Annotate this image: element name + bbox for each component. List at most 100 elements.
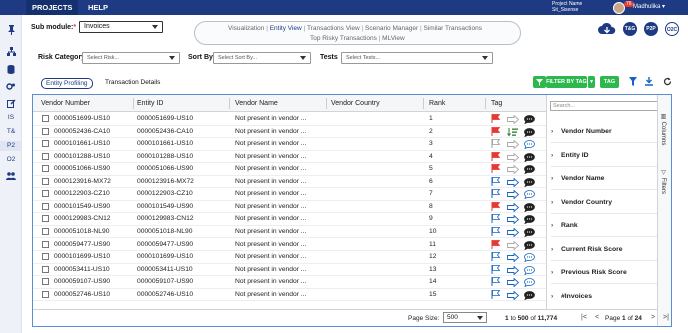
pin-icon[interactable] xyxy=(0,25,22,35)
flag-icon[interactable] xyxy=(491,277,501,288)
forward-arrow-icon[interactable] xyxy=(507,114,520,126)
table-row[interactable]: 0000101661-US10 0000101661-US10 Not presen… xyxy=(33,138,546,151)
first-page-icon[interactable]: |< xyxy=(581,314,587,321)
flag-icon[interactable] xyxy=(491,264,501,276)
nav-help[interactable]: HELP xyxy=(82,0,114,15)
table-row[interactable]: 0000123916-MX72 0000123916-MX72 Not presen… xyxy=(33,176,546,189)
comment-icon[interactable] xyxy=(524,228,535,239)
users-icon[interactable] xyxy=(0,172,22,180)
table-row[interactable]: 0000101288-US10 0000101288-US10 Not presen… xyxy=(33,151,546,164)
next-page-icon[interactable]: > xyxy=(651,314,655,321)
filter-by-tag-button[interactable]: FILTER BY TAG xyxy=(546,76,587,88)
comment-icon[interactable] xyxy=(524,215,535,226)
comment-icon[interactable] xyxy=(524,177,535,189)
comment-icon[interactable] xyxy=(524,165,535,176)
comment-icon[interactable] xyxy=(524,253,535,264)
row-checkbox[interactable] xyxy=(42,253,49,261)
col-header-vendor-name[interactable]: Vendor Name xyxy=(235,100,278,107)
row-checkbox[interactable] xyxy=(42,265,49,273)
table-row[interactable]: 0000053411-US10 0000053411-US10 Not presen… xyxy=(33,264,546,277)
table-row[interactable]: 0000051699-US10 0000051699-US10 Not presen… xyxy=(33,113,546,126)
o2c-circle-button[interactable]: O2C xyxy=(665,22,679,36)
row-checkbox[interactable] xyxy=(42,127,49,135)
table-row[interactable]: 0000101699-US10 0000101699-US10 Not presen… xyxy=(33,251,546,264)
comment-icon[interactable] xyxy=(524,290,535,302)
comment-icon[interactable] xyxy=(524,190,535,201)
refresh-icon[interactable] xyxy=(663,77,672,88)
flag-icon[interactable] xyxy=(491,201,501,213)
table-row[interactable]: 0000059477-US90 0000059477-US90 Not presen… xyxy=(33,239,546,252)
table-row[interactable]: 0000051066-US90 0000051066-US90 Not presen… xyxy=(33,163,546,176)
flag-icon[interactable] xyxy=(491,189,501,200)
prev-page-icon[interactable]: < xyxy=(595,314,599,321)
flag-icon[interactable] xyxy=(491,114,501,125)
filter-toggle-icon[interactable] xyxy=(533,76,546,88)
page-size-select[interactable]: 500 xyxy=(443,312,487,323)
column-item-entity-id[interactable]: › Entity ID xyxy=(551,152,661,167)
forward-arrow-icon[interactable] xyxy=(507,290,520,302)
flag-icon[interactable] xyxy=(491,139,501,150)
view-top-risky-transactions[interactable]: Top Risky Transactions xyxy=(310,35,377,42)
column-item-vendor-country[interactable]: › Vendor Country xyxy=(551,199,661,214)
col-header-vendor-number[interactable]: Vendor Number xyxy=(41,100,90,107)
hierarchy-icon[interactable] xyxy=(0,47,22,56)
database-icon[interactable] xyxy=(0,65,22,74)
view-visualization[interactable]: Visualization xyxy=(228,25,264,32)
row-checkbox[interactable] xyxy=(42,140,49,148)
flag-icon[interactable] xyxy=(491,252,501,263)
comment-icon[interactable] xyxy=(524,127,535,139)
comment-icon[interactable] xyxy=(524,265,535,277)
col-header-rank[interactable]: Rank xyxy=(429,100,445,107)
flag-icon[interactable] xyxy=(491,214,501,225)
row-checkbox[interactable] xyxy=(42,215,49,223)
column-item-current-risk-score[interactable]: › Current Risk Score xyxy=(551,246,661,261)
nav-projects[interactable]: PROJECTS xyxy=(26,0,79,15)
risk-category-select[interactable]: Select Risk... xyxy=(82,52,180,64)
view-entity-view[interactable]: Entity View xyxy=(270,25,302,32)
sidebar-item-p2p[interactable]: P2 xyxy=(0,141,22,151)
sidebar-item-tg[interactable]: T& xyxy=(0,127,22,137)
flag-icon[interactable] xyxy=(491,176,501,188)
comment-icon[interactable] xyxy=(524,115,535,126)
flag-icon[interactable] xyxy=(491,226,501,238)
settings-icon[interactable] xyxy=(0,82,22,91)
view-transactions-view[interactable]: Transactions View xyxy=(307,25,360,32)
table-row[interactable]: 0000122903-CZ10 0000122903-CZ10 Not presen… xyxy=(33,188,546,201)
edit-icon[interactable] xyxy=(0,99,22,108)
col-header-vendor-country[interactable]: Vendor Country xyxy=(331,100,380,107)
flag-icon[interactable] xyxy=(491,151,501,163)
column-search-input[interactable]: Search... xyxy=(550,101,662,111)
forward-arrow-icon[interactable] xyxy=(507,277,520,289)
tag-button[interactable]: TAG xyxy=(600,76,619,88)
tab-entity-profiling[interactable]: Entity Profiling xyxy=(41,78,93,89)
row-checkbox[interactable] xyxy=(42,202,49,210)
sidebar-item-o2c[interactable]: O2 xyxy=(0,155,22,165)
flag-icon[interactable] xyxy=(491,126,501,138)
view-scenario-manager[interactable]: Scenario Manager xyxy=(365,25,418,32)
tab-transaction-details[interactable]: Transaction Details xyxy=(101,78,164,89)
forward-arrow-icon[interactable] xyxy=(507,139,520,151)
flag-icon[interactable] xyxy=(491,289,501,301)
table-row[interactable]: 0000101549-US90 0000101549-US90 Not presen… xyxy=(33,201,546,214)
forward-arrow-icon[interactable] xyxy=(507,189,520,201)
forward-arrow-icon[interactable] xyxy=(507,152,520,164)
forward-arrow-icon[interactable] xyxy=(507,177,520,189)
submodule-select[interactable]: Invoices xyxy=(79,21,163,33)
col-header-entity-id[interactable]: Entity ID xyxy=(137,100,163,107)
tests-select[interactable]: Select Tests... xyxy=(341,52,493,64)
table-row[interactable]: 0000129983-CN12 0000129983-CN12 Not presen… xyxy=(33,213,546,226)
row-checkbox[interactable] xyxy=(42,190,49,198)
flag-icon[interactable] xyxy=(491,164,501,175)
sort-list-icon[interactable] xyxy=(507,127,519,139)
flag-icon[interactable] xyxy=(491,239,501,251)
comment-icon[interactable] xyxy=(524,240,535,252)
row-checkbox[interactable] xyxy=(42,115,49,122)
forward-arrow-icon[interactable] xyxy=(507,214,520,226)
forward-arrow-icon[interactable] xyxy=(507,202,520,214)
p2p-circle-button[interactable]: P2P xyxy=(644,22,658,36)
forward-arrow-icon[interactable] xyxy=(507,164,520,176)
column-item-invoices[interactable]: › #Invoices xyxy=(551,293,661,307)
forward-arrow-icon[interactable] xyxy=(507,265,520,277)
row-checkbox[interactable] xyxy=(42,290,49,298)
column-item-vendor-name[interactable]: › Vendor Name xyxy=(551,175,661,190)
